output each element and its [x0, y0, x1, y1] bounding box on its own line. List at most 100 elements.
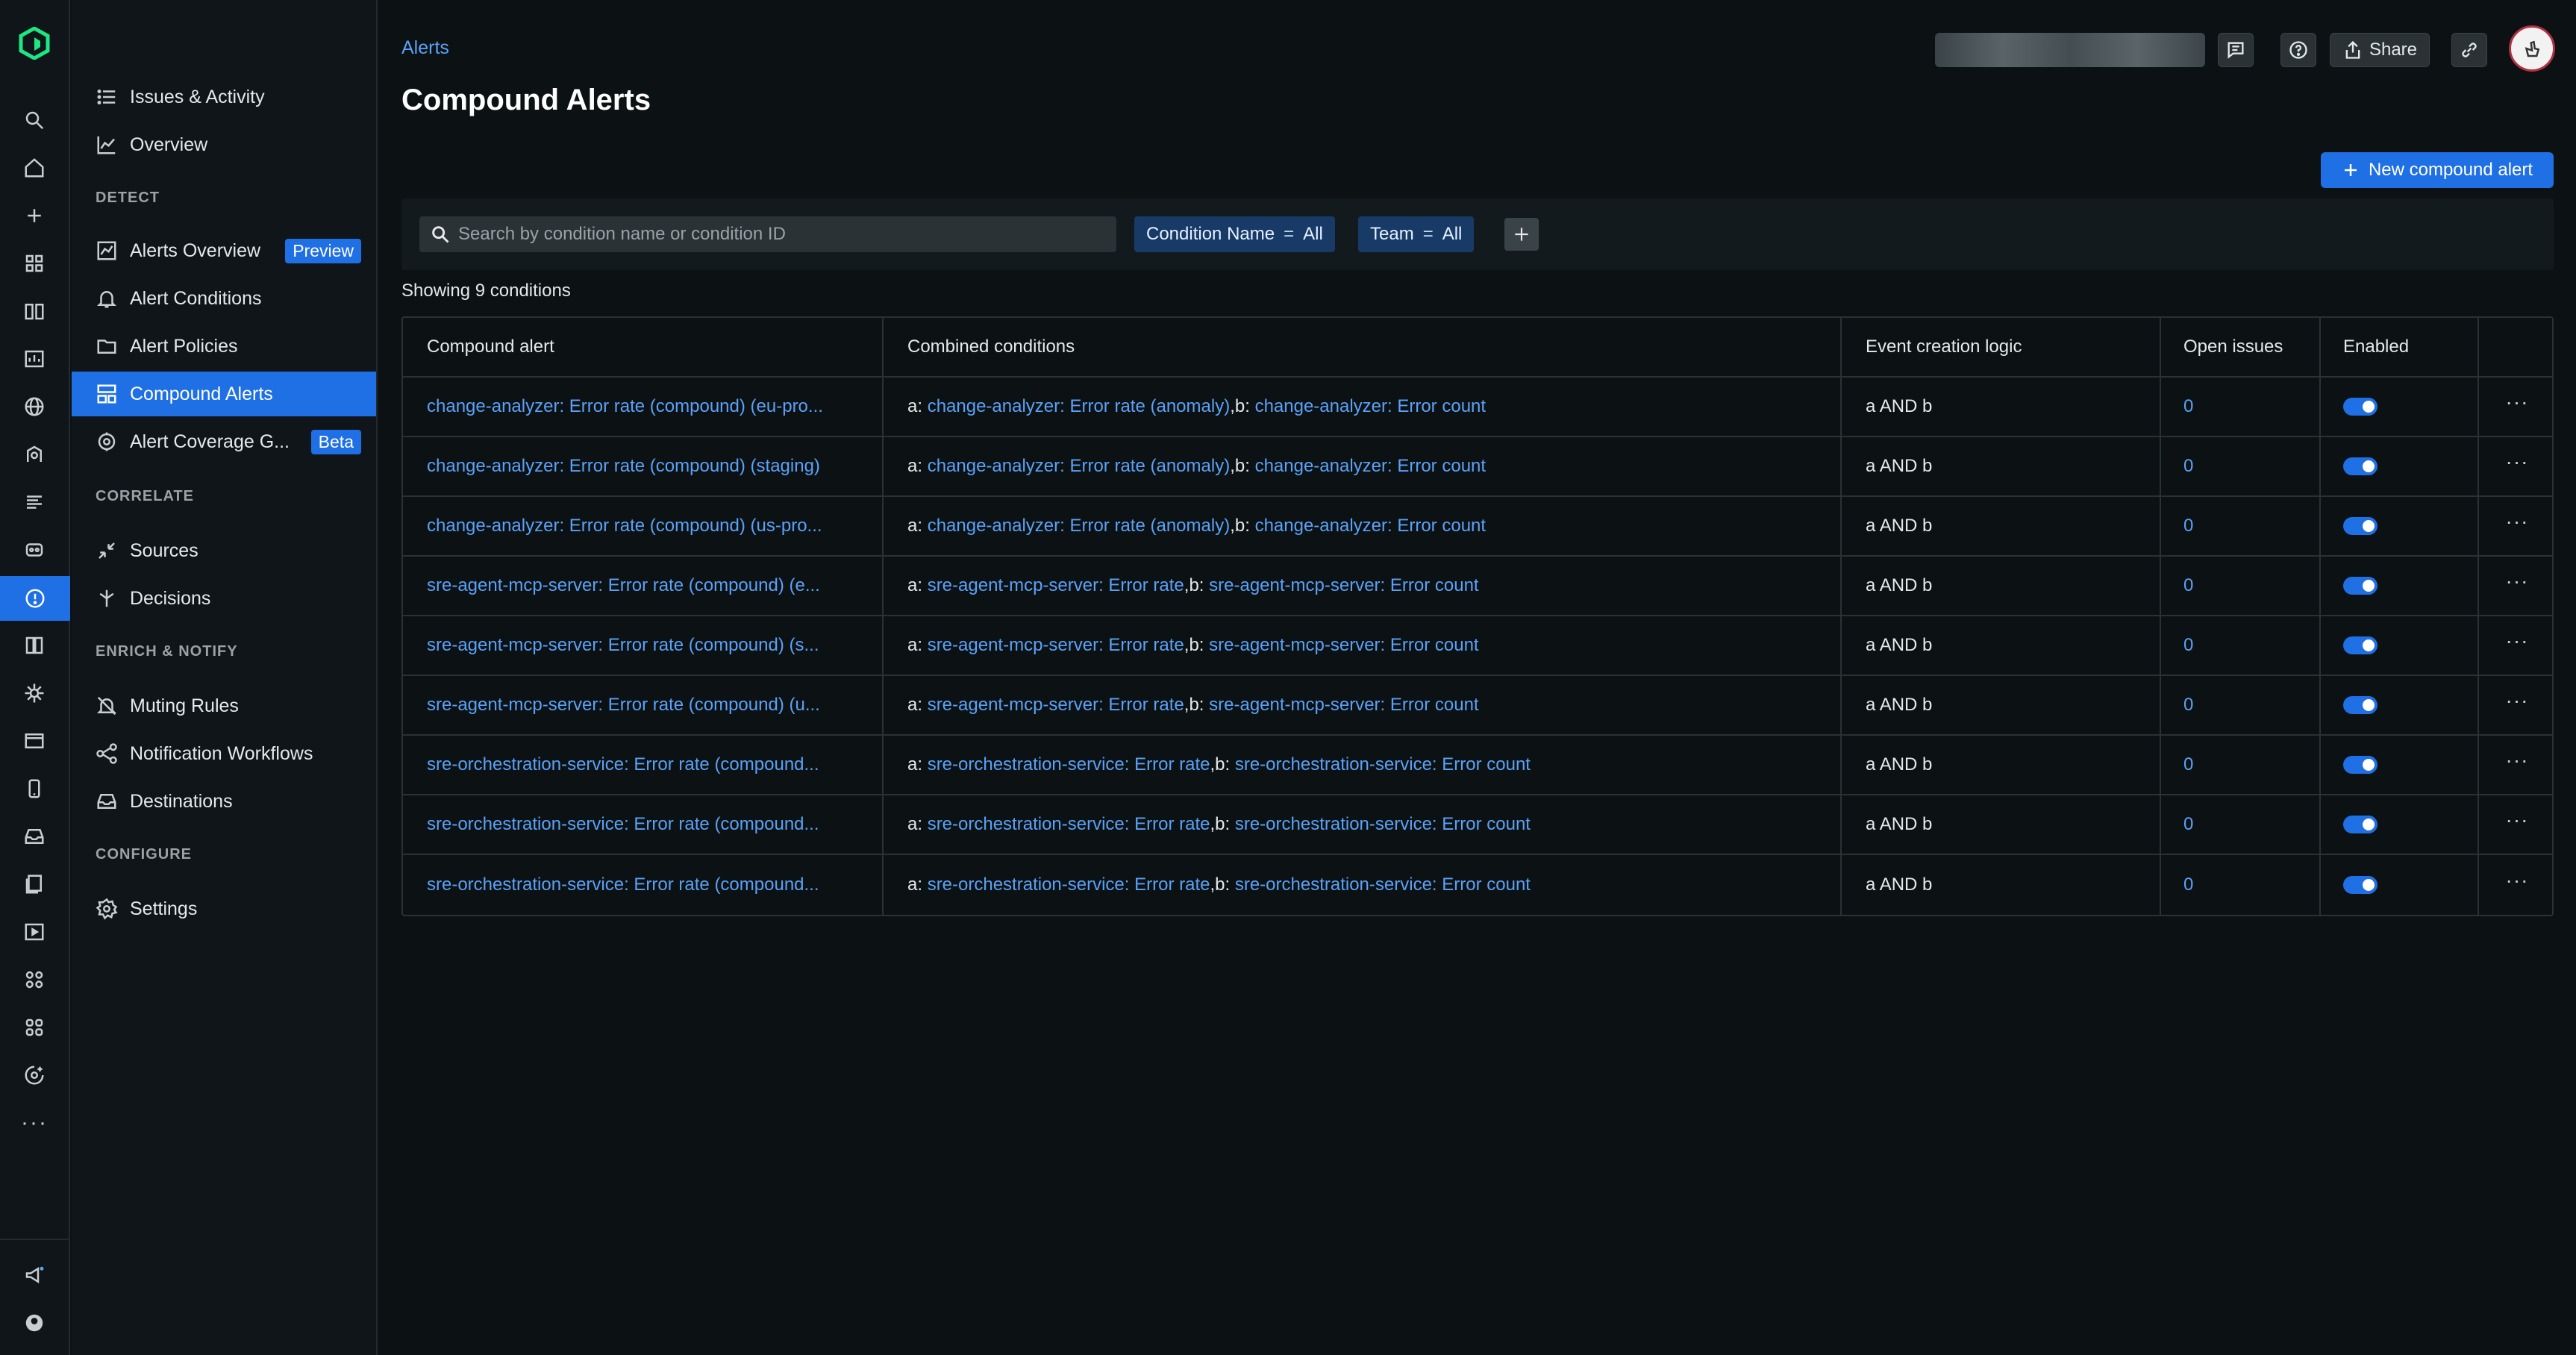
hub-icon[interactable]: [16, 1009, 53, 1046]
nav-item-alert-conditions[interactable]: Alert Conditions: [94, 276, 373, 321]
compound-alert-link[interactable]: sre-agent-mcp-server: Error rate (compou…: [427, 575, 820, 596]
query-icon[interactable]: [16, 627, 53, 664]
search-icon[interactable]: [16, 101, 53, 139]
condition-b-link[interactable]: sre-orchestration-service: Error count: [1235, 754, 1531, 775]
infrastructure-icon[interactable]: [16, 531, 53, 569]
compound-alert-link[interactable]: sre-orchestration-service: Error rate (c…: [427, 874, 819, 895]
nav-item-muting-rules[interactable]: Muting Rules: [94, 683, 373, 728]
announcements-icon[interactable]: [16, 1257, 53, 1294]
more-actions-icon[interactable]: ···: [2506, 392, 2529, 415]
mobile-icon[interactable]: [16, 770, 53, 807]
nav-item-decisions[interactable]: Decisions: [94, 576, 373, 621]
nav-item-settings[interactable]: Settings: [94, 886, 373, 931]
more-icon[interactable]: ···: [16, 1104, 53, 1142]
open-issues-link[interactable]: 0: [2183, 814, 2193, 835]
feedback-icon[interactable]: [2218, 33, 2254, 67]
open-issues-link[interactable]: 0: [2183, 456, 2193, 477]
kubernetes-icon[interactable]: [16, 675, 53, 712]
search-input[interactable]: [458, 224, 1100, 245]
column-header-open-issues[interactable]: Open issues: [2160, 318, 2319, 376]
account-picker[interactable]: [1935, 33, 2205, 67]
plus-icon[interactable]: [16, 197, 53, 234]
enabled-toggle[interactable]: [2343, 577, 2378, 595]
condition-b-link[interactable]: sre-orchestration-service: Error count: [1235, 814, 1531, 835]
enabled-toggle[interactable]: [2343, 816, 2378, 833]
table-row[interactable]: change-analyzer: Error rate (compound) (…: [403, 437, 2552, 497]
table-row[interactable]: sre-orchestration-service: Error rate (c…: [403, 855, 2552, 915]
table-row[interactable]: sre-orchestration-service: Error rate (c…: [403, 795, 2552, 855]
column-header-combined-conditions[interactable]: Combined conditions: [882, 318, 1840, 376]
nav-item-alert-coverage[interactable]: Alert Coverage G... Beta: [94, 419, 373, 464]
compound-alert-link[interactable]: sre-orchestration-service: Error rate (c…: [427, 814, 819, 835]
open-issues-link[interactable]: 0: [2183, 635, 2193, 656]
enabled-toggle[interactable]: [2343, 517, 2378, 535]
column-header-event-creation-logic[interactable]: Event creation logic: [1840, 318, 2160, 376]
table-row[interactable]: sre-agent-mcp-server: Error rate (compou…: [403, 616, 2552, 676]
more-actions-icon[interactable]: ···: [2506, 810, 2529, 833]
nav-item-notification-workflows[interactable]: Notification Workflows: [94, 731, 373, 776]
more-actions-icon[interactable]: ···: [2506, 451, 2529, 475]
new-relic-logo[interactable]: [18, 27, 51, 60]
share-button[interactable]: Share: [2330, 33, 2430, 67]
open-issues-link[interactable]: 0: [2183, 575, 2193, 596]
enabled-toggle[interactable]: [2343, 696, 2378, 714]
more-actions-icon[interactable]: ···: [2506, 870, 2529, 893]
nav-item-overview[interactable]: Overview: [94, 122, 373, 167]
synthetics-icon[interactable]: [16, 913, 53, 951]
condition-b-link[interactable]: sre-agent-mcp-server: Error count: [1209, 695, 1478, 716]
more-actions-icon[interactable]: ···: [2506, 630, 2529, 654]
compound-alert-link[interactable]: sre-agent-mcp-server: Error rate (compou…: [427, 695, 820, 716]
compound-alert-link[interactable]: sre-agent-mcp-server: Error rate (compou…: [427, 635, 819, 656]
table-row[interactable]: sre-agent-mcp-server: Error rate (compou…: [403, 676, 2552, 736]
condition-a-link[interactable]: change-analyzer: Error rate (anomaly): [928, 516, 1231, 536]
condition-a-link[interactable]: sre-orchestration-service: Error rate: [928, 754, 1210, 775]
condition-b-link[interactable]: change-analyzer: Error count: [1255, 396, 1486, 417]
open-issues-link[interactable]: 0: [2183, 695, 2193, 716]
user-avatar-icon[interactable]: [16, 1304, 53, 1342]
condition-a-link[interactable]: change-analyzer: Error rate (anomaly): [928, 396, 1231, 417]
globe-icon[interactable]: [16, 388, 53, 425]
condition-b-link[interactable]: sre-orchestration-service: Error count: [1235, 874, 1531, 895]
search-box[interactable]: [419, 216, 1116, 252]
ai-monitoring-icon[interactable]: [16, 1057, 53, 1094]
table-row[interactable]: change-analyzer: Error rate (compound) (…: [403, 378, 2552, 437]
apps-grid-icon[interactable]: [16, 245, 53, 282]
condition-name-filter-chip[interactable]: Condition Name = All: [1134, 216, 1335, 252]
enabled-toggle[interactable]: [2343, 636, 2378, 654]
condition-a-link[interactable]: sre-orchestration-service: Error rate: [928, 814, 1210, 835]
integrations-icon[interactable]: [16, 961, 53, 998]
book-icon[interactable]: [16, 292, 53, 330]
nav-item-sources[interactable]: Sources: [94, 528, 373, 573]
open-issues-link[interactable]: 0: [2183, 874, 2193, 895]
add-filter-button[interactable]: [1504, 218, 1539, 251]
table-row[interactable]: sre-agent-mcp-server: Error rate (compou…: [403, 557, 2552, 616]
condition-a-link[interactable]: sre-agent-mcp-server: Error rate: [928, 635, 1184, 656]
more-actions-icon[interactable]: ···: [2506, 511, 2529, 534]
condition-b-link[interactable]: sre-agent-mcp-server: Error count: [1209, 575, 1478, 596]
more-actions-icon[interactable]: ···: [2506, 690, 2529, 713]
new-compound-alert-button[interactable]: New compound alert: [2321, 152, 2554, 188]
copy-link-icon[interactable]: [2451, 33, 2487, 67]
condition-b-link[interactable]: sre-agent-mcp-server: Error count: [1209, 635, 1478, 656]
nav-item-alerts-overview[interactable]: Alerts Overview Preview: [94, 228, 373, 273]
home-icon[interactable]: [16, 149, 53, 187]
errors-icon[interactable]: [16, 866, 53, 903]
condition-b-link[interactable]: change-analyzer: Error count: [1255, 456, 1486, 477]
column-header-enabled[interactable]: Enabled: [2319, 318, 2477, 376]
more-actions-icon[interactable]: ···: [2506, 750, 2529, 773]
table-row[interactable]: sre-orchestration-service: Error rate (c…: [403, 736, 2552, 795]
inbox-icon[interactable]: [16, 818, 53, 855]
team-filter-chip[interactable]: Team = All: [1358, 216, 1475, 252]
dashboard-icon[interactable]: [16, 340, 53, 378]
enabled-toggle[interactable]: [2343, 398, 2378, 416]
open-issues-link[interactable]: 0: [2183, 754, 2193, 775]
compound-alert-link[interactable]: change-analyzer: Error rate (compound) (…: [427, 396, 823, 417]
condition-a-link[interactable]: sre-orchestration-service: Error rate: [928, 874, 1210, 895]
nav-item-compound-alerts[interactable]: Compound Alerts: [72, 372, 376, 416]
enabled-toggle[interactable]: [2343, 876, 2378, 894]
enabled-toggle[interactable]: [2343, 756, 2378, 774]
condition-b-link[interactable]: change-analyzer: Error count: [1255, 516, 1486, 536]
breadcrumb-alerts[interactable]: Alerts: [401, 37, 449, 59]
column-header-compound-alert[interactable]: Compound alert: [403, 318, 882, 376]
nav-item-alert-policies[interactable]: Alert Policies: [94, 324, 373, 369]
